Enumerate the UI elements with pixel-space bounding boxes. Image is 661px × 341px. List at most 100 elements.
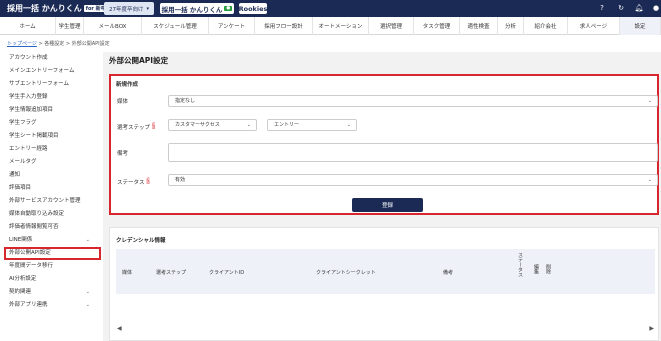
scroll-left-icon[interactable]: ◀ — [117, 325, 122, 332]
credentials-section: クレデンシャル情報 媒体 選考ステップ クライアントID クライアントシークレッ… — [109, 227, 659, 341]
nav-survey[interactable]: アンケート — [209, 17, 255, 35]
year-selector[interactable]: 27年度卒向け ▾ — [104, 2, 154, 15]
sidebar-item[interactable]: 外部アプリ連携 ⌄ — [0, 299, 102, 312]
scroll-right-icon[interactable]: ▶ — [649, 325, 654, 332]
notes-textarea[interactable] — [168, 143, 658, 162]
sidebar-item[interactable]: 学生フラグ — [0, 117, 102, 130]
help-icon[interactable]: ? — [597, 3, 607, 13]
nav-settings[interactable]: 設定 — [620, 17, 661, 35]
sidebar-item-label: サブエントリーフォーム — [9, 81, 70, 87]
sidebar-item[interactable]: 学生シート掲載項目 — [0, 130, 102, 143]
col-notes: 備考 — [443, 270, 454, 276]
sidebar-item-label: 年度間データ移行 — [9, 263, 54, 269]
breadcrumb: トップページ > 各種設定 > 外部公開API設定 — [7, 40, 110, 47]
media-select[interactable]: 指定なし ⌄ — [168, 95, 658, 107]
nav-tasks[interactable]: タスク管理 — [414, 17, 460, 35]
sidebar-item-label: メールタグ — [9, 159, 37, 165]
rookies-text: Rookies — [238, 4, 268, 13]
sidebar-item[interactable]: 外部サービスアカウント管理 — [0, 195, 102, 208]
sidebar-item[interactable]: サブエントリーフォーム — [0, 78, 102, 91]
user-icon[interactable]: ● — [651, 3, 661, 13]
sidebar-item-label: AI分析設定 — [9, 276, 37, 282]
rookies-logo[interactable]: Rookies — [239, 3, 267, 14]
sidebar-item[interactable]: エントリー経路 — [0, 143, 102, 156]
sidebar-item[interactable]: 年度間データ移行 — [0, 260, 102, 273]
kanrikun-logo[interactable]: 採用一括 かんりくん for 新卒 — [7, 2, 108, 14]
col-delete: 削除 — [545, 264, 551, 274]
sidebar-item[interactable]: 媒体自動取り込み設定 — [0, 208, 102, 221]
settings-sidebar: アカウント作成メインエントリーフォーム サブエントリーフォーム 学生手入力登録 学生情… — [0, 52, 102, 341]
register-button[interactable]: 登録 — [352, 198, 423, 212]
breadcrumb-settings[interactable]: 各種設定 — [44, 41, 64, 47]
sidebar-item[interactable]: LINE関係 ⌄ — [0, 234, 102, 247]
nav-flow-design[interactable]: 採用フロー設計 — [255, 17, 313, 35]
main-content: 外部公開API設定 新規作成 媒体 指定なし ⌄ 選考ステップ 必須 カスタマーサ… — [103, 52, 661, 341]
sidebar-item-label: 学生フラグ — [9, 120, 37, 126]
col-client-secret: クライアントシークレット — [316, 270, 376, 276]
form-section-title: 新規作成 — [116, 82, 139, 88]
chevron-down-icon: ⌄ — [85, 289, 90, 295]
sidebar-item-label: メインエントリーフォーム — [9, 68, 75, 74]
step-select-2[interactable]: エントリー ⌄ — [267, 119, 357, 131]
breadcrumb-home[interactable]: トップページ — [7, 41, 37, 47]
sidebar-item[interactable]: 契約関連 ⌄ — [0, 286, 102, 299]
logo-text: 採用一括 かんりくん — [7, 3, 82, 13]
nav-automation[interactable]: オートメーション — [313, 17, 369, 35]
sidebar-item[interactable]: 通知 — [0, 169, 102, 182]
chevron-down-icon: ⌄ — [647, 98, 652, 104]
required-badge: 必須 — [152, 122, 157, 129]
step-select-1[interactable]: カスタマーサクセス ⌄ — [168, 119, 257, 131]
chevron-down-icon: ▾ — [146, 5, 149, 12]
logo-second-tag-icon: ● — [224, 6, 233, 11]
sidebar-item[interactable]: メールタグ — [0, 156, 102, 169]
sidebar-item-label: 通知 — [9, 172, 21, 178]
nav-aptitude[interactable]: 適性検査 — [460, 17, 498, 35]
chevron-down-icon: ⌄ — [346, 122, 351, 128]
sidebar-item[interactable]: 評価者情報閲覧可否 — [0, 221, 102, 234]
nav-mailbox[interactable]: メールBOX — [84, 17, 142, 35]
sidebar-item-label: 外部アプリ連携 — [9, 302, 48, 308]
sidebar-item-label: 契約関連 — [9, 289, 32, 295]
credentials-table-header: 媒体 選考ステップ クライアントID クライアントシークレット 備考 ステータス… — [116, 249, 655, 294]
breadcrumb-current: 外部公開API設定 — [71, 41, 110, 47]
nav-agencies[interactable]: 紹介会社 — [524, 17, 568, 35]
media-label: 媒体 — [117, 99, 129, 105]
sidebar-item[interactable]: 外部公開API設定 — [4, 247, 101, 260]
sidebar-item[interactable]: 学生手入力登録 — [0, 91, 102, 104]
sidebar-item-label: 評価者情報閲覧可否 — [9, 224, 59, 230]
nav-students[interactable]: 学生管理 — [56, 17, 84, 35]
bell-icon[interactable]: 🔔︎ — [634, 3, 644, 13]
sidebar-item-label: 学生シート掲載項目 — [9, 133, 59, 139]
chevron-down-icon: ⌄ — [246, 122, 251, 128]
nav-job-page[interactable]: 求人ページ — [568, 17, 620, 35]
breadcrumb-separator: > — [65, 41, 71, 47]
sidebar-item-label: 学生情報追加項目 — [9, 107, 54, 113]
step-label-text: 選考ステップ — [117, 125, 151, 131]
step-select-1-value: カスタマーサクセス — [175, 122, 220, 128]
sidebar-item-label: 外部サービスアカウント管理 — [9, 198, 81, 204]
sidebar-item-label: 学生手入力登録 — [9, 94, 48, 100]
main-nav: ホーム 学生管理 メールBOX スケジュール管理 アンケート 採用フロー設計 オ… — [0, 17, 661, 35]
sidebar-item[interactable]: AI分析設定 — [0, 273, 102, 286]
kanrikun-second-logo[interactable]: 採用一括 かんりくん ● — [160, 3, 234, 14]
required-badge: 必須 — [146, 177, 151, 184]
sidebar-item-label: エントリー経路 — [9, 146, 48, 152]
sidebar-item[interactable]: 学生情報追加項目 — [0, 104, 102, 117]
status-label-text: ステータス — [117, 180, 145, 186]
nav-selection[interactable]: 選択管理 — [369, 17, 414, 35]
status-select[interactable]: 有効 ⌄ — [168, 174, 658, 186]
sidebar-item[interactable]: 評価項目 — [0, 182, 102, 195]
sidebar-item-label: 媒体自動取り込み設定 — [9, 211, 65, 217]
refresh-icon[interactable]: ↻ — [616, 3, 626, 13]
col-step: 選考ステップ — [156, 270, 187, 276]
nav-analysis[interactable]: 分析 — [498, 17, 524, 35]
horizontal-scrollbar[interactable]: ◀ ▶ — [116, 325, 655, 333]
step-select-2-value: エントリー — [274, 122, 300, 128]
notes-label: 備考 — [117, 151, 129, 157]
sidebar-item[interactable]: アカウント作成 — [0, 52, 102, 65]
col-client-id: クライアントID — [209, 270, 245, 276]
nav-schedule[interactable]: スケジュール管理 — [142, 17, 209, 35]
nav-home[interactable]: ホーム — [0, 17, 56, 35]
sidebar-item[interactable]: メインエントリーフォーム — [0, 65, 102, 78]
media-select-value: 指定なし — [175, 98, 196, 104]
